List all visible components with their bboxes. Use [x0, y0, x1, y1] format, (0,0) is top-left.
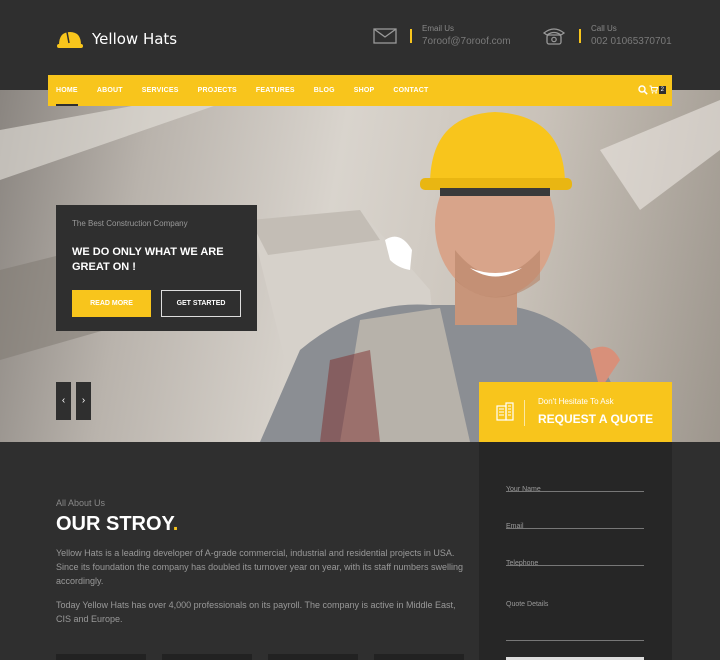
feature-tile — [374, 654, 464, 660]
about-section: All About Us OUR STROY. Yellow Hats is a… — [56, 498, 466, 626]
feature-tile — [162, 654, 252, 660]
slider-next-button[interactable]: › — [76, 382, 91, 420]
hero-title: WE DO ONLY WHAT WE ARE GREAT ON ! — [72, 246, 224, 273]
cart-icon — [649, 85, 658, 94]
call-value[interactable]: 002 01065370701 — [591, 36, 672, 47]
about-title-dot: . — [172, 513, 179, 535]
nav-item-blog[interactable]: BLOG — [314, 75, 335, 106]
nav-item-services[interactable]: SERVICES — [142, 75, 179, 106]
get-started-button[interactable]: GET STARTED — [161, 290, 241, 317]
quote-form: Your Name Email Telephone Quote Details — [479, 442, 672, 660]
main-nav: HOME ABOUT SERVICES PROJECTS FEATURES BL… — [48, 75, 672, 106]
call-label: Call Us — [591, 24, 617, 33]
contact-email: Email Us 7oroof@7oroof.com — [372, 24, 511, 47]
logo[interactable]: Yellow Hats — [56, 26, 177, 52]
read-more-button[interactable]: READ MORE — [72, 290, 151, 317]
cart-count-badge: 2 — [658, 85, 666, 94]
contact-divider — [410, 28, 412, 43]
your-name-field[interactable]: Your Name — [506, 478, 644, 493]
telephone-placeholder: Telephone — [506, 560, 539, 567]
search-icon[interactable] — [638, 85, 648, 95]
quote-details-field[interactable]: Quote Details — [506, 593, 644, 641]
envelope-icon — [373, 27, 397, 44]
quote-divider — [524, 400, 525, 426]
cart-button[interactable]: 2 — [649, 85, 666, 94]
nav-item-contact[interactable]: CONTACT — [393, 75, 428, 106]
your-name-placeholder: Your Name — [506, 486, 541, 493]
email-placeholder: Email — [506, 523, 524, 530]
hero-kicker: The Best Construction Company — [72, 219, 188, 228]
feature-tile — [268, 654, 358, 660]
nav-item-about[interactable]: ABOUT — [97, 75, 123, 106]
email-value[interactable]: 7oroof@7oroof.com — [422, 36, 511, 47]
building-icon — [496, 402, 514, 421]
nav-item-features[interactable]: FEATURES — [256, 75, 295, 106]
telephone-field[interactable]: Telephone — [506, 552, 644, 567]
about-paragraph-2: Today Yellow Hats has over 4,000 profess… — [56, 600, 456, 624]
about-paragraph-1: Yellow Hats is a leading developer of A-… — [56, 548, 464, 586]
contact-call: Call Us 002 01065370701 — [541, 24, 672, 47]
about-kicker: All About Us — [56, 498, 106, 508]
email-field[interactable]: Email — [506, 515, 644, 530]
about-title: OUR STROY. — [56, 513, 466, 536]
hard-hat-icon — [57, 31, 83, 48]
quote-title: REQUEST A QUOTE — [538, 412, 654, 426]
request-quote-header: Don't Hesitate To Ask REQUEST A QUOTE — [479, 382, 672, 442]
nav-item-projects[interactable]: PROJECTS — [198, 75, 237, 106]
nav-item-shop[interactable]: SHOP — [354, 75, 375, 106]
contact-divider — [579, 28, 581, 43]
quote-details-placeholder: Quote Details — [506, 601, 549, 608]
about-title-text: OUR STROY — [56, 513, 173, 535]
quote-subtitle: Don't Hesitate To Ask — [538, 397, 614, 406]
email-label: Email Us — [422, 24, 455, 33]
phone-icon — [542, 27, 566, 45]
slider-prev-button[interactable]: ‹ — [56, 382, 71, 420]
feature-tile — [56, 654, 146, 660]
hero-card: The Best Construction Company WE DO ONLY… — [56, 205, 257, 331]
nav-item-home[interactable]: HOME — [56, 75, 78, 106]
brand-name: Yellow Hats — [92, 30, 178, 48]
